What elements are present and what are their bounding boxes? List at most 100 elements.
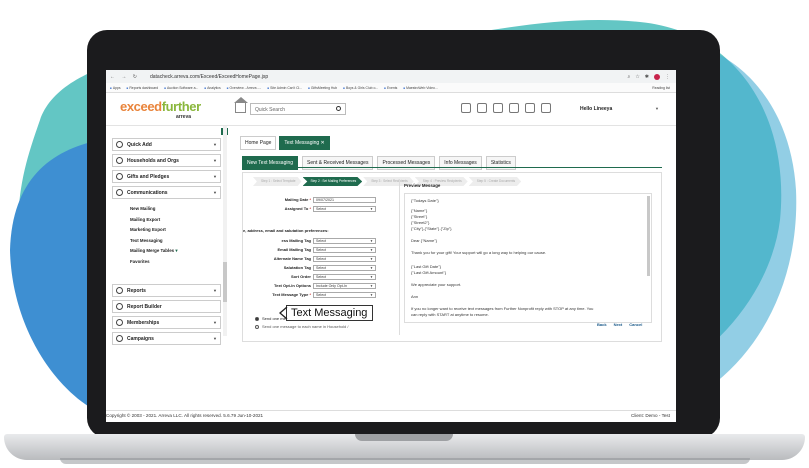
report-icon: [116, 287, 123, 294]
user-greeting[interactable]: Hello Lineeya: [580, 106, 612, 112]
star-icon[interactable]: ☆: [635, 74, 639, 80]
mailing-date-field[interactable]: 09/07/2021: [313, 197, 376, 203]
email-mailing-tag-select[interactable]: Select ▼: [313, 247, 376, 253]
form-row: Text Message Type * Select ▼: [243, 292, 378, 299]
sidebar-scrollbar-thumb[interactable]: [223, 262, 227, 302]
marketing-stage: ← → ↻ datacheck.arreva.com/Exceed/Exceed…: [0, 0, 809, 468]
bookmark[interactable]: Apps: [110, 86, 121, 90]
app-header: exceedfurther arreva Quick Search Hello …: [106, 93, 676, 126]
bookmark[interactable]: Boys & Girls Club o...: [343, 86, 378, 90]
sidebar-item-quick-add[interactable]: Quick Add ▼: [112, 138, 221, 151]
sort-order-select[interactable]: Select ▼: [313, 274, 376, 280]
text-opt-in-select[interactable]: Include Only Opt-In ▼: [313, 283, 376, 289]
form-row: Alternate Name Tag Select ▼: [243, 256, 378, 263]
copyright-text: Copyright © 2003 - 2021. Arreva LLC. All…: [106, 413, 264, 418]
sidebar-item-gifts[interactable]: Gifts and Pledges ▼: [112, 170, 221, 183]
bookmark[interactable]: MaestroWeb Video...: [403, 86, 438, 90]
tab-text-messaging[interactable]: Text Messaging ✕: [279, 136, 330, 150]
communications-submenu: New Mailing Mailing Export Marketing Exp…: [112, 204, 221, 267]
bookmark[interactable]: Analytics: [204, 86, 221, 90]
search-icon[interactable]: [336, 106, 341, 111]
salutation-tag-select[interactable]: Select ▼: [313, 265, 376, 271]
inbox-icon[interactable]: [493, 103, 503, 113]
tag-icon[interactable]: [477, 103, 487, 113]
field-label: Salutation Tag: [283, 265, 311, 270]
plus-circle-icon: [116, 141, 123, 148]
preview-line: We appreciate your support.: [411, 282, 462, 287]
home-icon[interactable]: [234, 97, 248, 113]
address-bar[interactable]: datacheck.arreva.com/Exceed/ExceedHomePa…: [150, 74, 268, 80]
sidebar-scrollbar[interactable]: [223, 126, 227, 336]
back-icon[interactable]: ←: [110, 74, 115, 80]
tab-home-page[interactable]: Home Page: [240, 136, 277, 150]
field-label: Email Mailing Tag: [277, 247, 312, 252]
sidebar-item-households[interactable]: Households and Orgs ▼: [112, 154, 221, 167]
monitor-icon[interactable]: [509, 103, 519, 113]
extensions-icon[interactable]: ✱: [645, 74, 649, 80]
field-label: Text Opt-In Options: [273, 283, 311, 288]
reload-icon[interactable]: ↻: [133, 74, 137, 80]
upload-icon[interactable]: [525, 103, 535, 113]
chevron-down-icon: ▼: [213, 158, 217, 163]
preview-scrollbar[interactable]: [647, 196, 650, 276]
quick-search-input[interactable]: Quick Search: [250, 103, 346, 115]
wizard-step-1[interactable]: Step 1 : Select Template: [253, 177, 302, 186]
submenu-text-messaging[interactable]: Text Messaging: [112, 236, 221, 247]
preferences-heading: e, address, email and salutation prefere…: [243, 228, 329, 233]
form-row: ess Mailing Tag Select ▼: [243, 238, 378, 245]
preview-line: {"City"},{"State"} {"Zip"}: [411, 226, 452, 231]
close-icon[interactable]: ✕: [321, 140, 325, 146]
radio-selected[interactable]: [255, 316, 259, 321]
print-icon[interactable]: [461, 103, 471, 113]
field-label: Sort Order: [290, 274, 311, 279]
sidebar-item-communications[interactable]: Communications ▼: [112, 186, 221, 199]
brand-logo[interactable]: exceedfurther: [120, 99, 201, 114]
forward-icon[interactable]: →: [121, 74, 126, 80]
bookmark[interactable]: Site Admin Can't Cl...: [267, 86, 302, 90]
bookmark[interactable]: Events: [384, 86, 397, 90]
settings-icon[interactable]: [541, 103, 551, 113]
preview-line: If you no longer want to receive text me…: [411, 306, 594, 311]
field-label: Assigned To *: [284, 206, 311, 211]
bookmark[interactable]: Auction Software a...: [164, 86, 198, 90]
next-button[interactable]: Next: [612, 321, 625, 328]
submenu-new-mailing[interactable]: New Mailing: [112, 204, 221, 215]
membership-icon: [116, 319, 123, 326]
sidebar-item-reports[interactable]: Reports ▼: [112, 284, 221, 297]
profile-avatar[interactable]: [654, 73, 660, 80]
more-icon[interactable]: ⋮: [665, 74, 670, 80]
household-icon: [116, 157, 123, 164]
bookmark[interactable]: Reports dashboard: [127, 86, 158, 90]
text-message-type-select[interactable]: Select ▼: [313, 292, 376, 298]
assigned-to-select[interactable]: Select ▼: [313, 206, 376, 212]
preview-line: can reply with START at anytime to resum…: [411, 312, 489, 317]
chevron-down-icon[interactable]: ▼: [655, 106, 659, 111]
submenu-favorites[interactable]: Favorites: [112, 257, 221, 268]
sidebar-item-report-builder[interactable]: Report Builder: [112, 300, 221, 313]
address-mailing-tag-select[interactable]: Select ▼: [313, 238, 376, 244]
reading-list[interactable]: Reading list: [652, 86, 670, 90]
radio-per-name[interactable]: Send one message to each name in Househo…: [255, 324, 349, 329]
chevron-down-icon: ▼: [213, 142, 217, 147]
sidebar-item-campaigns[interactable]: Campaigns ▼: [112, 332, 221, 345]
submenu-marketing-export[interactable]: Marketing Export: [112, 225, 221, 236]
mailing-date-row: Mailing Date * 09/07/2021: [243, 197, 378, 204]
callout-pointer-icon: [279, 306, 288, 320]
chevron-down-icon: ▼: [370, 275, 373, 279]
preview-body[interactable]: {"Todays Date"} {"Name"} {"Street"} {"St…: [404, 193, 652, 323]
radio-unselected[interactable]: [255, 324, 259, 329]
chevron-down-icon: ▼: [370, 293, 373, 297]
bookmark[interactable]: Overview - Arreva -...: [227, 86, 262, 90]
zoom-icon[interactable]: ⌕: [628, 74, 631, 80]
preview-line: {"Name"}: [411, 208, 428, 213]
campaign-icon: [116, 335, 123, 342]
back-button[interactable]: Back: [595, 321, 609, 328]
sidebar-item-memberships[interactable]: Memberships ▼: [112, 316, 221, 329]
submenu-mailing-merge-tables[interactable]: Mailing Merge Tables ▾: [112, 246, 221, 257]
preview-line: {"Last Gift Amount"}: [411, 270, 447, 275]
bookmark[interactable]: GiftsMeeting Hub: [308, 86, 337, 90]
alternate-name-tag-select[interactable]: Select ▼: [313, 256, 376, 262]
wizard-step-2[interactable]: Step 2 : Set Mailing Preferences: [302, 177, 363, 186]
cancel-button[interactable]: Cancel: [627, 321, 644, 328]
submenu-mailing-export[interactable]: Mailing Export: [112, 215, 221, 226]
